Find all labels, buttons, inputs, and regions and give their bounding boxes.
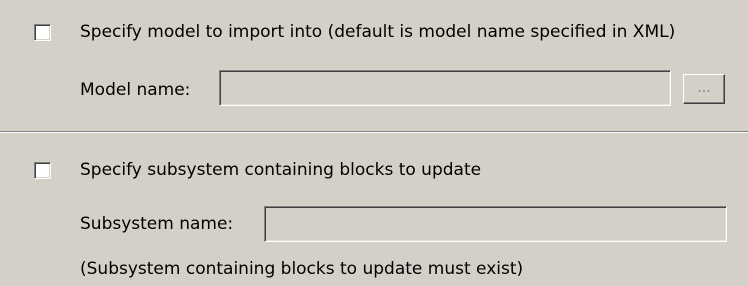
section-separator xyxy=(0,131,748,133)
specify-subsystem-checkbox[interactable] xyxy=(34,162,51,179)
specify-subsystem-label: Specify subsystem containing blocks to u… xyxy=(80,160,482,180)
model-name-field[interactable] xyxy=(219,70,671,106)
subsystem-note: (Subsystem containing blocks to update m… xyxy=(80,259,524,279)
browse-model-button[interactable]: ... xyxy=(683,74,725,104)
specify-model-label: Specify model to import into (default is… xyxy=(80,22,676,42)
subsystem-name-field[interactable] xyxy=(264,206,727,242)
subsystem-name-label: Subsystem name: xyxy=(80,214,234,234)
model-name-label: Model name: xyxy=(80,80,191,100)
specify-model-checkbox[interactable] xyxy=(34,24,51,41)
